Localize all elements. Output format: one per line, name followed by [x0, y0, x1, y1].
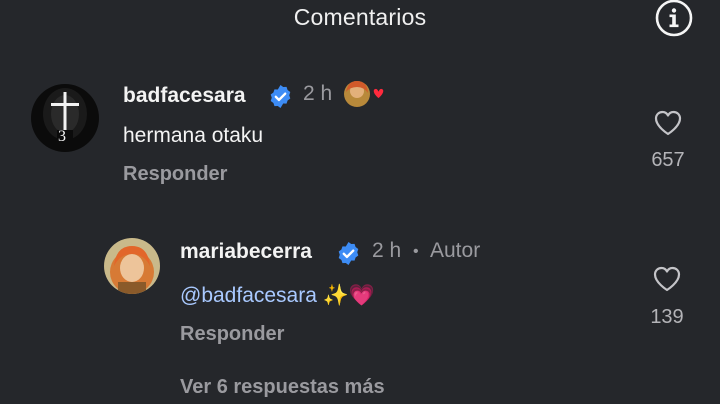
reply-button[interactable]: Responder: [123, 163, 227, 186]
like-count: 139: [650, 306, 684, 328]
heart-outline-icon: [654, 110, 682, 136]
avatar[interactable]: 3: [31, 84, 99, 152]
view-more-replies-button[interactable]: Ver 6 respuestas más: [180, 376, 385, 399]
author-tag: Autor: [430, 239, 481, 262]
heart-outline-icon: [653, 266, 681, 292]
separator-dot: •: [413, 243, 419, 260]
like-button[interactable]: [650, 107, 686, 139]
avatar[interactable]: [104, 238, 160, 294]
comment-time: 2 h: [372, 239, 402, 262]
comment-text: hermana otaku: [123, 124, 264, 147]
reply-button[interactable]: Responder: [180, 323, 284, 346]
comment-mariabecerra: mariabecerra 2 h • Autor @badfacesara ✨💗…: [0, 200, 720, 404]
liked-by-author-badge: [342, 79, 388, 109]
verified-badge-icon: [338, 242, 359, 265]
verified-badge-icon: [270, 85, 291, 108]
avatar-image: [104, 238, 160, 294]
like-button[interactable]: [649, 263, 685, 295]
comment-username[interactable]: mariabecerra: [180, 240, 312, 264]
author-avatar-heart-icon: [344, 81, 385, 107]
comment-username[interactable]: badfacesara: [123, 84, 246, 108]
like-count: 657: [651, 149, 685, 171]
comments-panel: Comentarios 3 badfacesara 2 h hermana ot…: [0, 0, 720, 404]
comment-text: @badfacesara ✨💗: [180, 284, 375, 308]
comment-time: 2 h: [303, 82, 333, 105]
mention-link[interactable]: @badfacesara: [180, 284, 317, 307]
avatar-number: 3: [58, 128, 66, 145]
comment-badfacesara: 3 badfacesara 2 h hermana otaku Responde…: [0, 0, 720, 200]
comment-emojis: ✨💗: [316, 284, 376, 307]
